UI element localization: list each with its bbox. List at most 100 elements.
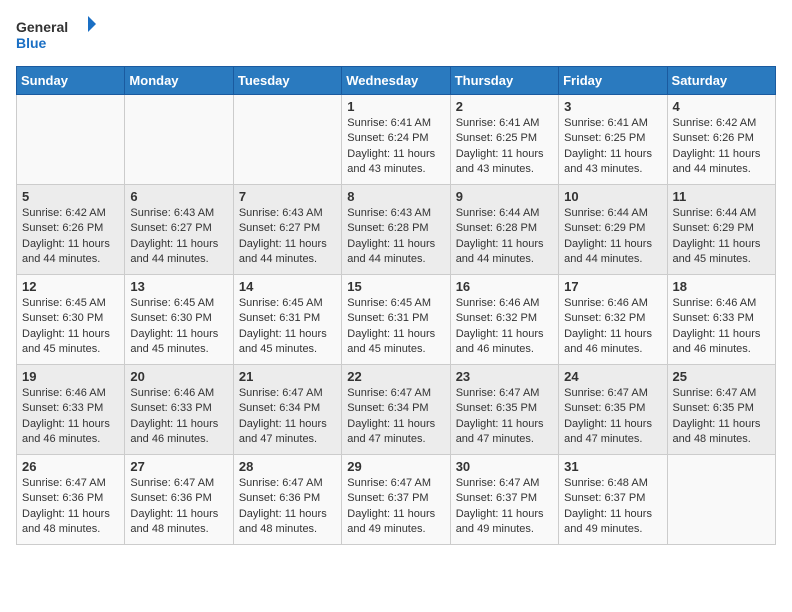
calendar-cell: 31Sunrise: 6:48 AMSunset: 6:37 PMDayligh… <box>559 455 667 545</box>
sunset-info: Sunset: 6:37 PM <box>564 491 661 506</box>
sunset-info: Sunset: 6:37 PM <box>456 491 553 506</box>
sunrise-info: Sunrise: 6:47 AM <box>456 476 553 491</box>
svg-text:General: General <box>16 19 68 35</box>
svg-text:Blue: Blue <box>16 35 47 51</box>
sunrise-info: Sunrise: 6:47 AM <box>347 386 444 401</box>
day-number: 3 <box>564 99 661 114</box>
calendar-cell: 6Sunrise: 6:43 AMSunset: 6:27 PMDaylight… <box>125 185 233 275</box>
daylight-info: Daylight: 11 hours and 46 minutes. <box>130 417 227 448</box>
daylight-info: Daylight: 11 hours and 44 minutes. <box>239 237 336 268</box>
day-info: Sunrise: 6:47 AMSunset: 6:37 PMDaylight:… <box>456 476 553 538</box>
day-info: Sunrise: 6:45 AMSunset: 6:31 PMDaylight:… <box>239 296 336 358</box>
day-info: Sunrise: 6:46 AMSunset: 6:33 PMDaylight:… <box>673 296 770 358</box>
day-number: 20 <box>130 369 227 384</box>
day-info: Sunrise: 6:47 AMSunset: 6:36 PMDaylight:… <box>239 476 336 538</box>
calendar-cell: 21Sunrise: 6:47 AMSunset: 6:34 PMDayligh… <box>233 365 341 455</box>
calendar-cell: 30 Sunrise: 6:47 AMSunset: 6:37 PMDayligh… <box>450 455 558 545</box>
daylight-info: Daylight: 11 hours and 45 minutes. <box>22 327 119 358</box>
daylight-info: Daylight: 11 hours and 47 minutes. <box>456 417 553 448</box>
calendar-cell <box>667 455 775 545</box>
daylight-info: Daylight: 11 hours and 46 minutes. <box>22 417 119 448</box>
sunrise-info: Sunrise: 6:45 AM <box>347 296 444 311</box>
sunset-info: Sunset: 6:33 PM <box>130 401 227 416</box>
day-number: 12 <box>22 279 119 294</box>
sunrise-info: Sunrise: 6:46 AM <box>130 386 227 401</box>
sunrise-info: Sunrise: 6:41 AM <box>564 116 661 131</box>
day-info: Sunrise: 6:47 AMSunset: 6:36 PMDaylight:… <box>130 476 227 538</box>
sunrise-info: Sunrise: 6:46 AM <box>22 386 119 401</box>
day-number: 23 <box>456 369 553 384</box>
calendar-cell <box>17 95 125 185</box>
day-number: 15 <box>347 279 444 294</box>
sunrise-info: Sunrise: 6:43 AM <box>130 206 227 221</box>
calendar-cell: 28 Sunrise: 6:47 AMSunset: 6:36 PMDayligh… <box>233 455 341 545</box>
sunrise-info: Sunrise: 6:43 AM <box>239 206 336 221</box>
sunset-info: Sunset: 6:27 PM <box>130 221 227 236</box>
calendar-cell: 13Sunrise: 6:45 AMSunset: 6:30 PMDayligh… <box>125 275 233 365</box>
daylight-info: Daylight: 11 hours and 48 minutes. <box>239 507 336 538</box>
day-number: 30 <box>456 459 553 474</box>
day-info: Sunrise: 6:41 AMSunset: 6:24 PMDaylight:… <box>347 116 444 178</box>
sunset-info: Sunset: 6:28 PM <box>347 221 444 236</box>
calendar-cell: 25 Sunrise: 6:47 AMSunset: 6:35 PMDayligh… <box>667 365 775 455</box>
sunset-info: Sunset: 6:29 PM <box>673 221 770 236</box>
sunset-info: Sunset: 6:26 PM <box>22 221 119 236</box>
sunset-info: Sunset: 6:37 PM <box>347 491 444 506</box>
daylight-info: Daylight: 11 hours and 46 minutes. <box>456 327 553 358</box>
daylight-info: Daylight: 11 hours and 44 minutes. <box>347 237 444 268</box>
calendar-week-row: 12Sunrise: 6:45 AMSunset: 6:30 PMDayligh… <box>17 275 776 365</box>
daylight-info: Daylight: 11 hours and 46 minutes. <box>564 327 661 358</box>
daylight-info: Daylight: 11 hours and 44 minutes. <box>673 147 770 178</box>
daylight-info: Daylight: 11 hours and 44 minutes. <box>456 237 553 268</box>
calendar-cell: 14Sunrise: 6:45 AMSunset: 6:31 PMDayligh… <box>233 275 341 365</box>
daylight-info: Daylight: 11 hours and 45 minutes. <box>673 237 770 268</box>
daylight-info: Daylight: 11 hours and 45 minutes. <box>347 327 444 358</box>
sunset-info: Sunset: 6:35 PM <box>564 401 661 416</box>
calendar-cell: 22Sunrise: 6:47 AMSunset: 6:34 PMDayligh… <box>342 365 450 455</box>
calendar-cell: 7Sunrise: 6:43 AMSunset: 6:27 PMDaylight… <box>233 185 341 275</box>
sunrise-info: Sunrise: 6:44 AM <box>564 206 661 221</box>
day-number: 5 <box>22 189 119 204</box>
day-info: Sunrise: 6:41 AMSunset: 6:25 PMDaylight:… <box>456 116 553 178</box>
sunset-info: Sunset: 6:34 PM <box>239 401 336 416</box>
sunrise-info: Sunrise: 6:47 AM <box>564 386 661 401</box>
day-number: 28 <box>239 459 336 474</box>
sunrise-info: Sunrise: 6:47 AM <box>347 476 444 491</box>
daylight-info: Daylight: 11 hours and 49 minutes. <box>564 507 661 538</box>
sunset-info: Sunset: 6:30 PM <box>130 311 227 326</box>
day-number: 1 <box>347 99 444 114</box>
day-info: Sunrise: 6:44 AMSunset: 6:29 PMDaylight:… <box>564 206 661 268</box>
calendar-day-header: Sunday <box>17 67 125 95</box>
sunrise-info: Sunrise: 6:48 AM <box>564 476 661 491</box>
day-info: Sunrise: 6:47 AMSunset: 6:35 PMDaylight:… <box>673 386 770 448</box>
calendar-day-header: Saturday <box>667 67 775 95</box>
day-number: 25 <box>673 369 770 384</box>
sunset-info: Sunset: 6:32 PM <box>456 311 553 326</box>
day-info: Sunrise: 6:46 AMSunset: 6:32 PMDaylight:… <box>564 296 661 358</box>
sunset-info: Sunset: 6:25 PM <box>564 131 661 146</box>
daylight-info: Daylight: 11 hours and 44 minutes. <box>130 237 227 268</box>
day-number: 8 <box>347 189 444 204</box>
sunrise-info: Sunrise: 6:41 AM <box>456 116 553 131</box>
sunrise-info: Sunrise: 6:47 AM <box>239 476 336 491</box>
sunrise-info: Sunrise: 6:44 AM <box>673 206 770 221</box>
sunrise-info: Sunrise: 6:42 AM <box>22 206 119 221</box>
daylight-info: Daylight: 11 hours and 48 minutes. <box>673 417 770 448</box>
daylight-info: Daylight: 11 hours and 45 minutes. <box>239 327 336 358</box>
calendar-cell: 15Sunrise: 6:45 AMSunset: 6:31 PMDayligh… <box>342 275 450 365</box>
calendar-week-row: 26Sunrise: 6:47 AMSunset: 6:36 PMDayligh… <box>17 455 776 545</box>
sunrise-info: Sunrise: 6:44 AM <box>456 206 553 221</box>
sunset-info: Sunset: 6:33 PM <box>673 311 770 326</box>
sunset-info: Sunset: 6:32 PM <box>564 311 661 326</box>
day-info: Sunrise: 6:46 AMSunset: 6:33 PMDaylight:… <box>130 386 227 448</box>
day-number: 9 <box>456 189 553 204</box>
day-info: Sunrise: 6:47 AMSunset: 6:37 PMDaylight:… <box>347 476 444 538</box>
day-info: Sunrise: 6:46 AMSunset: 6:32 PMDaylight:… <box>456 296 553 358</box>
sunset-info: Sunset: 6:31 PM <box>239 311 336 326</box>
sunrise-info: Sunrise: 6:47 AM <box>239 386 336 401</box>
calendar-week-row: 19Sunrise: 6:46 AMSunset: 6:33 PMDayligh… <box>17 365 776 455</box>
day-info: Sunrise: 6:44 AMSunset: 6:29 PMDaylight:… <box>673 206 770 268</box>
sunrise-info: Sunrise: 6:45 AM <box>130 296 227 311</box>
calendar-cell: 3Sunrise: 6:41 AMSunset: 6:25 PMDaylight… <box>559 95 667 185</box>
day-number: 2 <box>456 99 553 114</box>
